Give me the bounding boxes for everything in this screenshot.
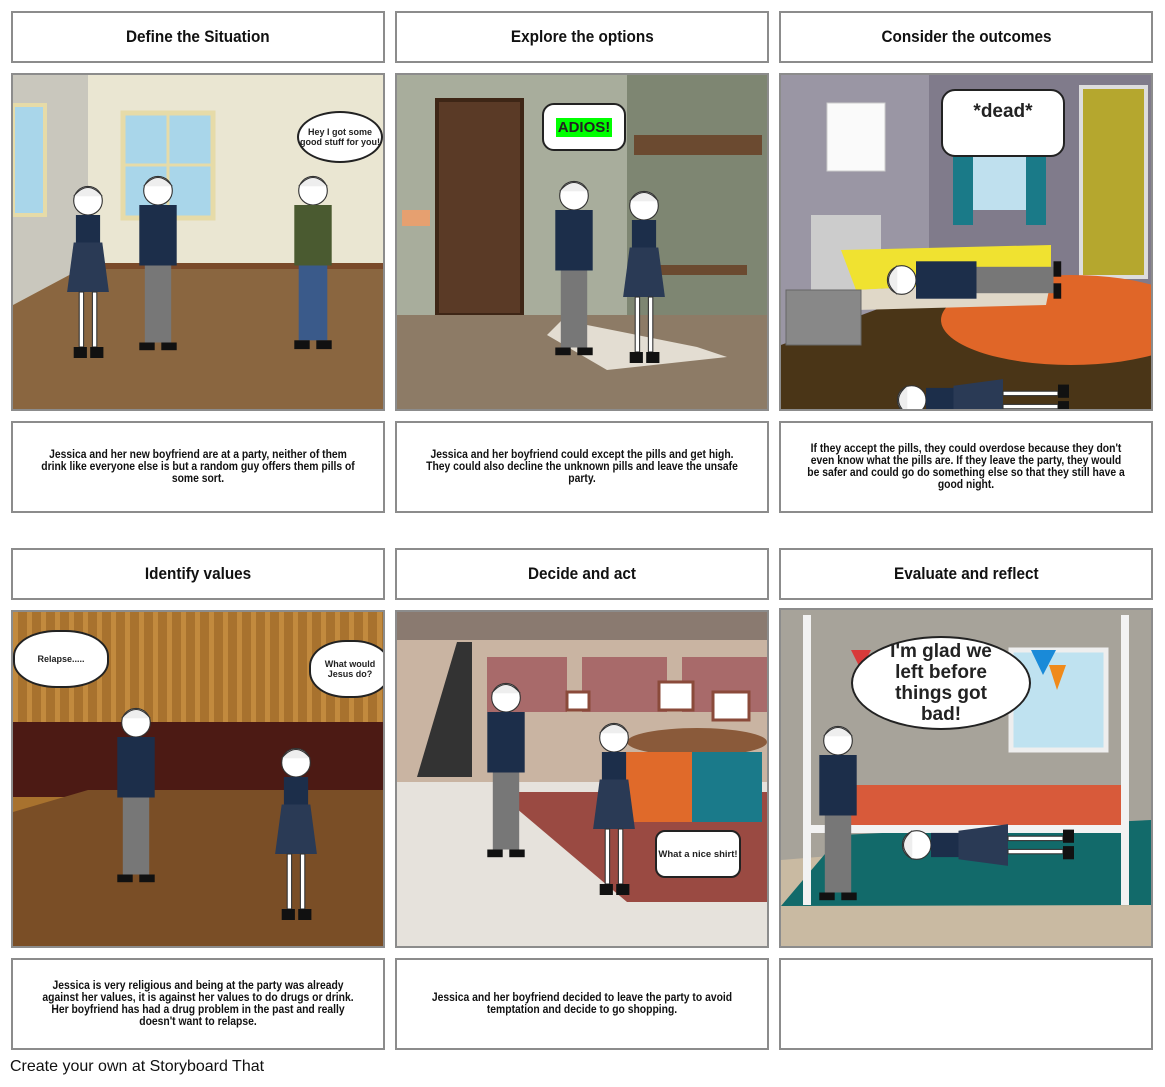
speech-bubble: What a nice shirt!: [655, 830, 741, 878]
thought-bubble: Relapse.....: [13, 630, 109, 688]
panel-3-caption: If they accept the pills, they could ove…: [779, 421, 1153, 513]
thought-bubble: What would Jesus do?: [309, 640, 383, 698]
speech-bubble: Hey I got some good stuff for you!: [297, 111, 383, 163]
boyfriend-character: [117, 707, 155, 883]
panel-5-caption: Jessica and her boyfriend decided to lea…: [395, 958, 769, 1050]
panel-3-title: Consider the outcomes: [779, 11, 1153, 63]
jessica-character: [901, 824, 1075, 866]
panel-5-scene: What a nice shirt!: [395, 610, 769, 948]
jessica-character: [67, 185, 109, 358]
panel-6-scene: I'm glad we left before things got bad!: [779, 608, 1153, 948]
panel-4-caption: Jessica is very religious and being at t…: [11, 958, 385, 1050]
store-illustration: [397, 612, 767, 946]
panel-2-title: Explore the options: [395, 11, 769, 63]
boyfriend-character: [819, 725, 857, 901]
panel-1-caption: Jessica and her new boyfriend are at a p…: [11, 421, 385, 513]
jessica-character: [275, 747, 317, 920]
boyfriend-character: [487, 682, 525, 858]
random-guy-character: [294, 175, 332, 350]
speech-bubble: *dead*: [941, 89, 1065, 157]
boyfriend-character: [139, 175, 177, 351]
speech-bubble: ADIOS!: [542, 103, 626, 151]
boyfriend-character: [555, 180, 593, 356]
panel-6-caption: [779, 958, 1153, 1050]
panel-3-scene: *dead*: [779, 73, 1153, 411]
panel-2-scene: ADIOS!: [395, 73, 769, 411]
jessica-character: [896, 379, 1070, 409]
panel-4-title: Identify values: [11, 548, 385, 600]
panel-5-title: Decide and act: [395, 548, 769, 600]
panel-2-caption: Jessica and her boyfriend could except t…: [395, 421, 769, 513]
panel-4-scene: Relapse..... What would Jesus do?: [11, 610, 385, 948]
jessica-character: [623, 190, 665, 363]
panel-1-title: Define the Situation: [11, 11, 385, 63]
footer-link[interactable]: Create your own at Storyboard That: [10, 1058, 264, 1076]
panel-1-scene: Hey I got some good stuff for you!: [11, 73, 385, 411]
speech-bubble: I'm glad we left before things got bad!: [851, 636, 1031, 730]
panel-6-title: Evaluate and reflect: [779, 548, 1153, 600]
boyfriend-character: [886, 261, 1062, 299]
jessica-character: [593, 722, 635, 895]
